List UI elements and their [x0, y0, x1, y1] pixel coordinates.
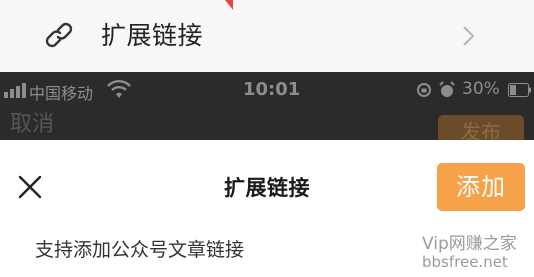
battery-icon — [508, 83, 531, 97]
alarm-icon — [439, 81, 455, 97]
carrier-name: 中国移动 — [29, 84, 94, 103]
watermark-line-2: bbsfree.net — [422, 253, 508, 271]
link-input-placeholder[interactable]: 支持添加公众号文章链接 — [35, 235, 244, 262]
dimmed-background: 中国移动 10:01 30% 取消 发布 — [0, 72, 534, 140]
background-cancel-label: 取消 — [10, 112, 55, 137]
status-time: 10:01 — [243, 79, 301, 100]
background-publish-button: 发布 — [438, 115, 524, 140]
signal-icon — [4, 83, 26, 98]
extension-link-row[interactable]: 扩展链接 — [0, 0, 534, 72]
rotation-lock-icon — [417, 83, 431, 97]
battery-percentage: 30% — [462, 79, 500, 99]
red-corner-marker — [225, 0, 233, 10]
row-label: 扩展链接 — [101, 21, 204, 50]
watermark-line-1: Vip网赚之家 — [422, 234, 517, 254]
wifi-icon — [107, 80, 131, 98]
status-bar: 中国移动 10:01 30% — [0, 72, 534, 110]
link-icon — [45, 22, 73, 48]
chevron-right-icon — [463, 26, 475, 46]
add-button[interactable]: 添加 — [437, 163, 525, 211]
watermark: Vip网赚之家 bbsfree.net — [422, 236, 530, 276]
